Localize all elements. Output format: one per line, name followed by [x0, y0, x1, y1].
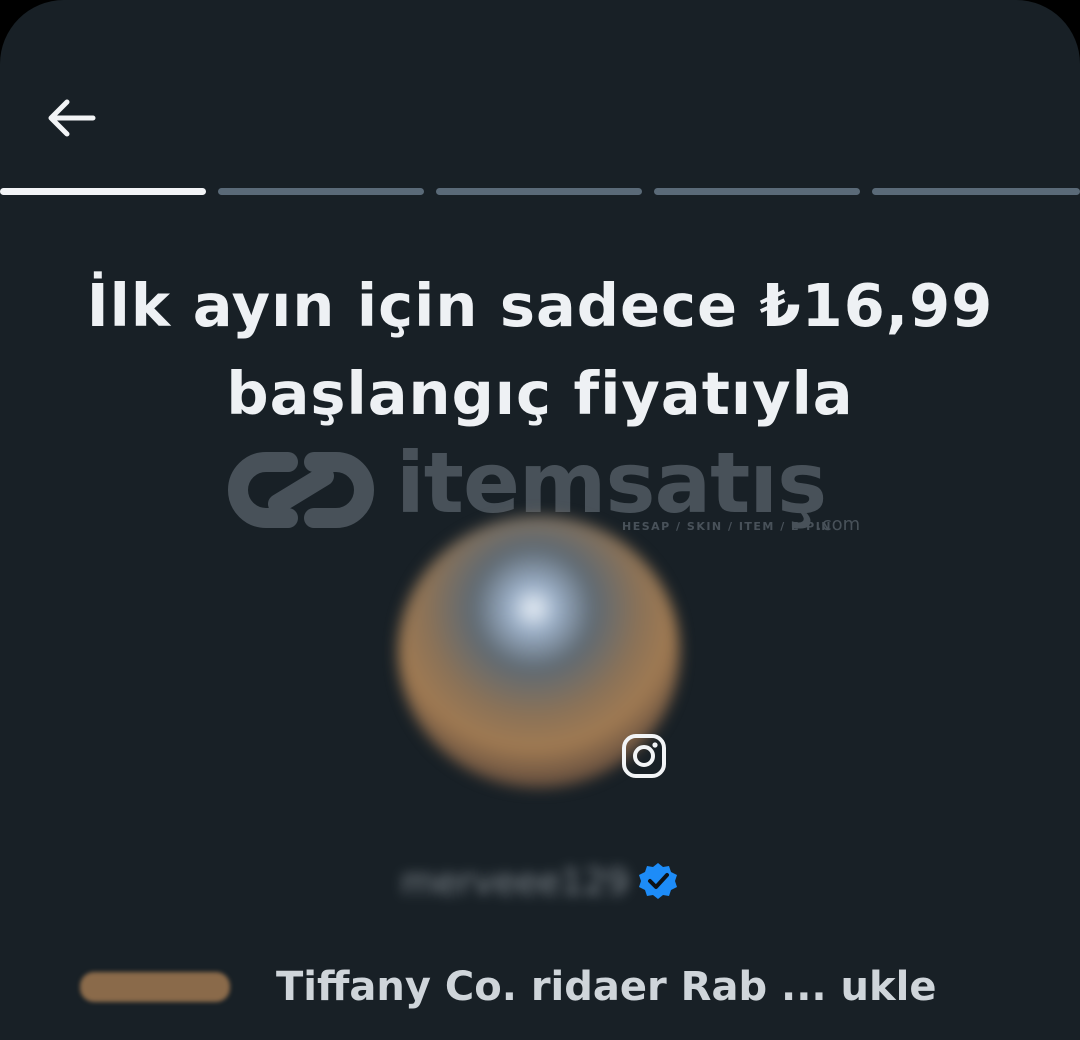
arrow-left-icon: [48, 99, 96, 137]
bottom-text: Tiffany Co. ridaer Rab ... ukle: [276, 964, 937, 1010]
username-row: merveee129: [0, 852, 1080, 912]
offer-title: İlk ayın için sadece ₺16,99 başlangıç fi…: [60, 262, 1020, 438]
step-progress: [0, 188, 1080, 195]
username: merveee129: [400, 861, 630, 903]
progress-step-2: [218, 188, 424, 195]
progress-step-3: [436, 188, 642, 195]
progress-step-1: [0, 188, 206, 195]
progress-step-4: [654, 188, 860, 195]
offer-title-line-2: başlangıç fiyatıyla: [226, 359, 854, 428]
progress-step-5: [872, 188, 1080, 195]
verified-badge-icon: [639, 863, 678, 899]
bottom-avatar-strip: [80, 972, 230, 1002]
back-button[interactable]: [36, 88, 108, 148]
profile-avatar-wrap: [396, 512, 696, 802]
bottom-content-peek: Tiffany Co. ridaer Rab ... ukle: [80, 962, 1000, 1010]
instagram-icon: [622, 734, 666, 778]
watermark-suffix: .com: [816, 514, 861, 535]
offer-title-line-1: İlk ayın için sadece ₺16,99: [86, 271, 994, 340]
subscription-sheet: İlk ayın için sadece ₺16,99 başlangıç fi…: [0, 0, 1080, 1040]
watermark-logo-icon: [228, 452, 374, 528]
